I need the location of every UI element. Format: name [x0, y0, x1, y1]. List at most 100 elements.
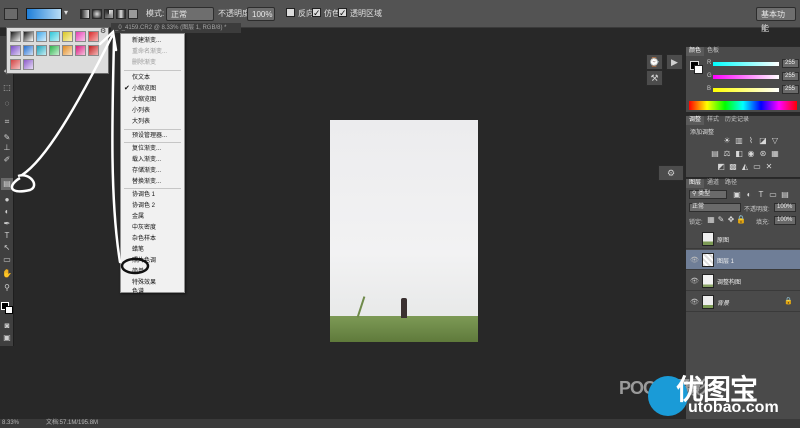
preset-swatch[interactable] [88, 45, 99, 56]
menu-item-small-thumbnail[interactable]: 小缩览图 [132, 85, 156, 93]
menu-item-photographic-toning[interactable]: 照片色调 [132, 257, 156, 265]
background-color-swatch[interactable] [5, 306, 13, 314]
tab-color[interactable]: 颜色 [686, 47, 705, 56]
transparency-checkbox[interactable]: 透明区域 [338, 6, 382, 21]
channel-mixer-icon[interactable]: ⊛ [758, 149, 768, 158]
spectrum-bar[interactable] [689, 101, 797, 110]
preset-swatch[interactable] [49, 45, 60, 56]
g-slider[interactable] [713, 75, 779, 79]
shape-tool-icon[interactable]: ▭ [1, 254, 13, 266]
preset-swatch[interactable] [23, 31, 34, 42]
dither-checkbox[interactable]: 仿色 [312, 6, 340, 21]
menu-item-neutral-density[interactable]: 中灰密度 [132, 224, 156, 232]
tab-layers[interactable]: 图层 [686, 179, 705, 188]
tab-channels[interactable]: 通道 [704, 179, 722, 188]
curves-icon[interactable]: ⌇ [746, 136, 756, 145]
preset-swatch[interactable] [88, 31, 99, 42]
opacity-input[interactable]: 100% [247, 7, 275, 21]
filter-smart-icon[interactable]: ▤ [780, 190, 790, 199]
menu-item-text-only[interactable]: 仅文本 [132, 74, 150, 82]
lock-position-icon[interactable]: ✥ [726, 215, 736, 224]
menu-item-replace-gradients[interactable]: 替换渐变... [132, 178, 161, 186]
screen-mode-icon[interactable]: ▣ [1, 332, 13, 344]
stamp-tool-icon[interactable]: ⊥ [1, 142, 13, 154]
preset-swatch[interactable] [10, 31, 21, 42]
threshold-icon[interactable]: ◭ [740, 162, 750, 171]
actions-panel-button[interactable]: ▶ [666, 54, 683, 70]
exposure-icon[interactable]: ◪ [758, 136, 768, 145]
preset-swatch[interactable] [49, 31, 60, 42]
tab-paths[interactable]: 路径 [722, 179, 740, 188]
black-white-icon[interactable]: ◧ [734, 149, 744, 158]
menu-item-small-list[interactable]: 小列表 [132, 107, 150, 115]
picker-menu-gear-icon[interactable]: ⚙ [100, 27, 106, 35]
menu-item-metals[interactable]: 金属 [132, 213, 144, 221]
lasso-tool-icon[interactable]: ◌ [1, 98, 13, 110]
visibility-eye-icon[interactable]: 👁 [690, 277, 699, 285]
radial-gradient-button[interactable] [92, 9, 102, 19]
menu-item-delete-gradient[interactable]: 删除渐变 [132, 59, 156, 67]
menu-item-new-gradient[interactable]: 新建渐变... [132, 37, 161, 45]
menu-item-reset-gradients[interactable]: 复位渐变... [132, 145, 161, 153]
document-info[interactable]: 文档:57.1M/195.8M [46, 419, 98, 428]
preset-swatch[interactable] [75, 45, 86, 56]
type-tool-icon[interactable]: T [1, 230, 13, 242]
fill-input[interactable]: 100% [774, 216, 796, 225]
filter-type-icon[interactable]: T [756, 190, 766, 199]
preset-swatch[interactable] [10, 59, 21, 70]
vibrance-icon[interactable]: ▽ [770, 136, 780, 145]
layer-kind-filter[interactable]: ⚲ 类型 [689, 190, 727, 199]
b-value-input[interactable]: 255 [782, 85, 799, 94]
menu-item-simple[interactable]: 简单 [132, 268, 144, 276]
posterize-icon[interactable]: ▩ [728, 162, 738, 171]
preset-swatch[interactable] [23, 45, 34, 56]
visibility-eye-icon[interactable]: 👁 [690, 256, 699, 264]
preset-swatch[interactable] [62, 45, 73, 56]
menu-item-save-gradients[interactable]: 存储渐变... [132, 167, 161, 175]
hand-tool-icon[interactable]: ✋ [1, 268, 13, 280]
brightness-icon[interactable]: ☀ [722, 136, 732, 145]
checkbox-box[interactable] [338, 6, 347, 20]
color-balance-icon[interactable]: ⚖ [722, 149, 732, 158]
tab-styles[interactable]: 样式 [704, 116, 722, 125]
hue-saturation-icon[interactable]: ▤ [710, 149, 720, 158]
photo-filter-icon[interactable]: ◉ [746, 149, 756, 158]
r-value-input[interactable]: 255 [782, 59, 799, 68]
color-lookup-icon[interactable]: ▦ [770, 149, 780, 158]
diamond-gradient-button[interactable] [128, 9, 138, 19]
menu-item-rename-gradient[interactable]: 重命名渐变... [132, 48, 167, 56]
g-value-input[interactable]: 255 [782, 72, 799, 81]
gradient-preview[interactable] [26, 8, 62, 20]
preset-swatch[interactable] [36, 31, 47, 42]
canvas-photo[interactable] [330, 120, 478, 342]
tab-adjustments[interactable]: 调整 [686, 116, 705, 125]
menu-item-harmony-2[interactable]: 协调色 2 [132, 202, 155, 210]
layer-row[interactable]: 👁 图层 1 [686, 250, 800, 270]
mode-select[interactable]: 正常 [166, 7, 214, 21]
workspace-select[interactable]: 基本功能 [756, 7, 796, 33]
tab-history[interactable]: 历史记录 [722, 116, 752, 125]
preset-swatch[interactable] [10, 45, 21, 56]
checkbox-box[interactable] [312, 6, 321, 20]
side-dock-button[interactable]: ⚙ [658, 165, 684, 181]
layer-row[interactable]: 原图 [686, 229, 800, 249]
zoom-tool-icon[interactable]: ⚲ [1, 282, 13, 294]
menu-item-load-gradients[interactable]: 载入渐变... [132, 156, 161, 164]
filter-shape-icon[interactable]: ▭ [768, 190, 778, 199]
linear-gradient-button[interactable] [80, 9, 90, 19]
history-brush-icon[interactable]: ✐ [1, 154, 13, 166]
menu-item-harmony-1[interactable]: 协调色 1 [132, 191, 155, 199]
reverse-checkbox[interactable]: 反向 [286, 7, 314, 21]
path-select-icon[interactable]: ↖ [1, 242, 13, 254]
preset-swatch[interactable] [23, 59, 34, 70]
background-swatch[interactable] [694, 65, 703, 74]
invert-icon[interactable]: ◩ [716, 162, 726, 171]
chevron-down-icon[interactable]: ▾ [64, 8, 68, 17]
lock-image-icon[interactable]: ✎ [716, 215, 726, 224]
filter-adjust-icon[interactable]: ◐ [744, 190, 754, 199]
r-slider[interactable] [713, 62, 779, 66]
layer-row[interactable]: 👁 调整构图 [686, 271, 800, 291]
gradient-map-icon[interactable]: ▭ [752, 162, 762, 171]
selective-color-icon[interactable]: ✕ [764, 162, 774, 171]
layer-opacity-input[interactable]: 100% [774, 203, 796, 212]
